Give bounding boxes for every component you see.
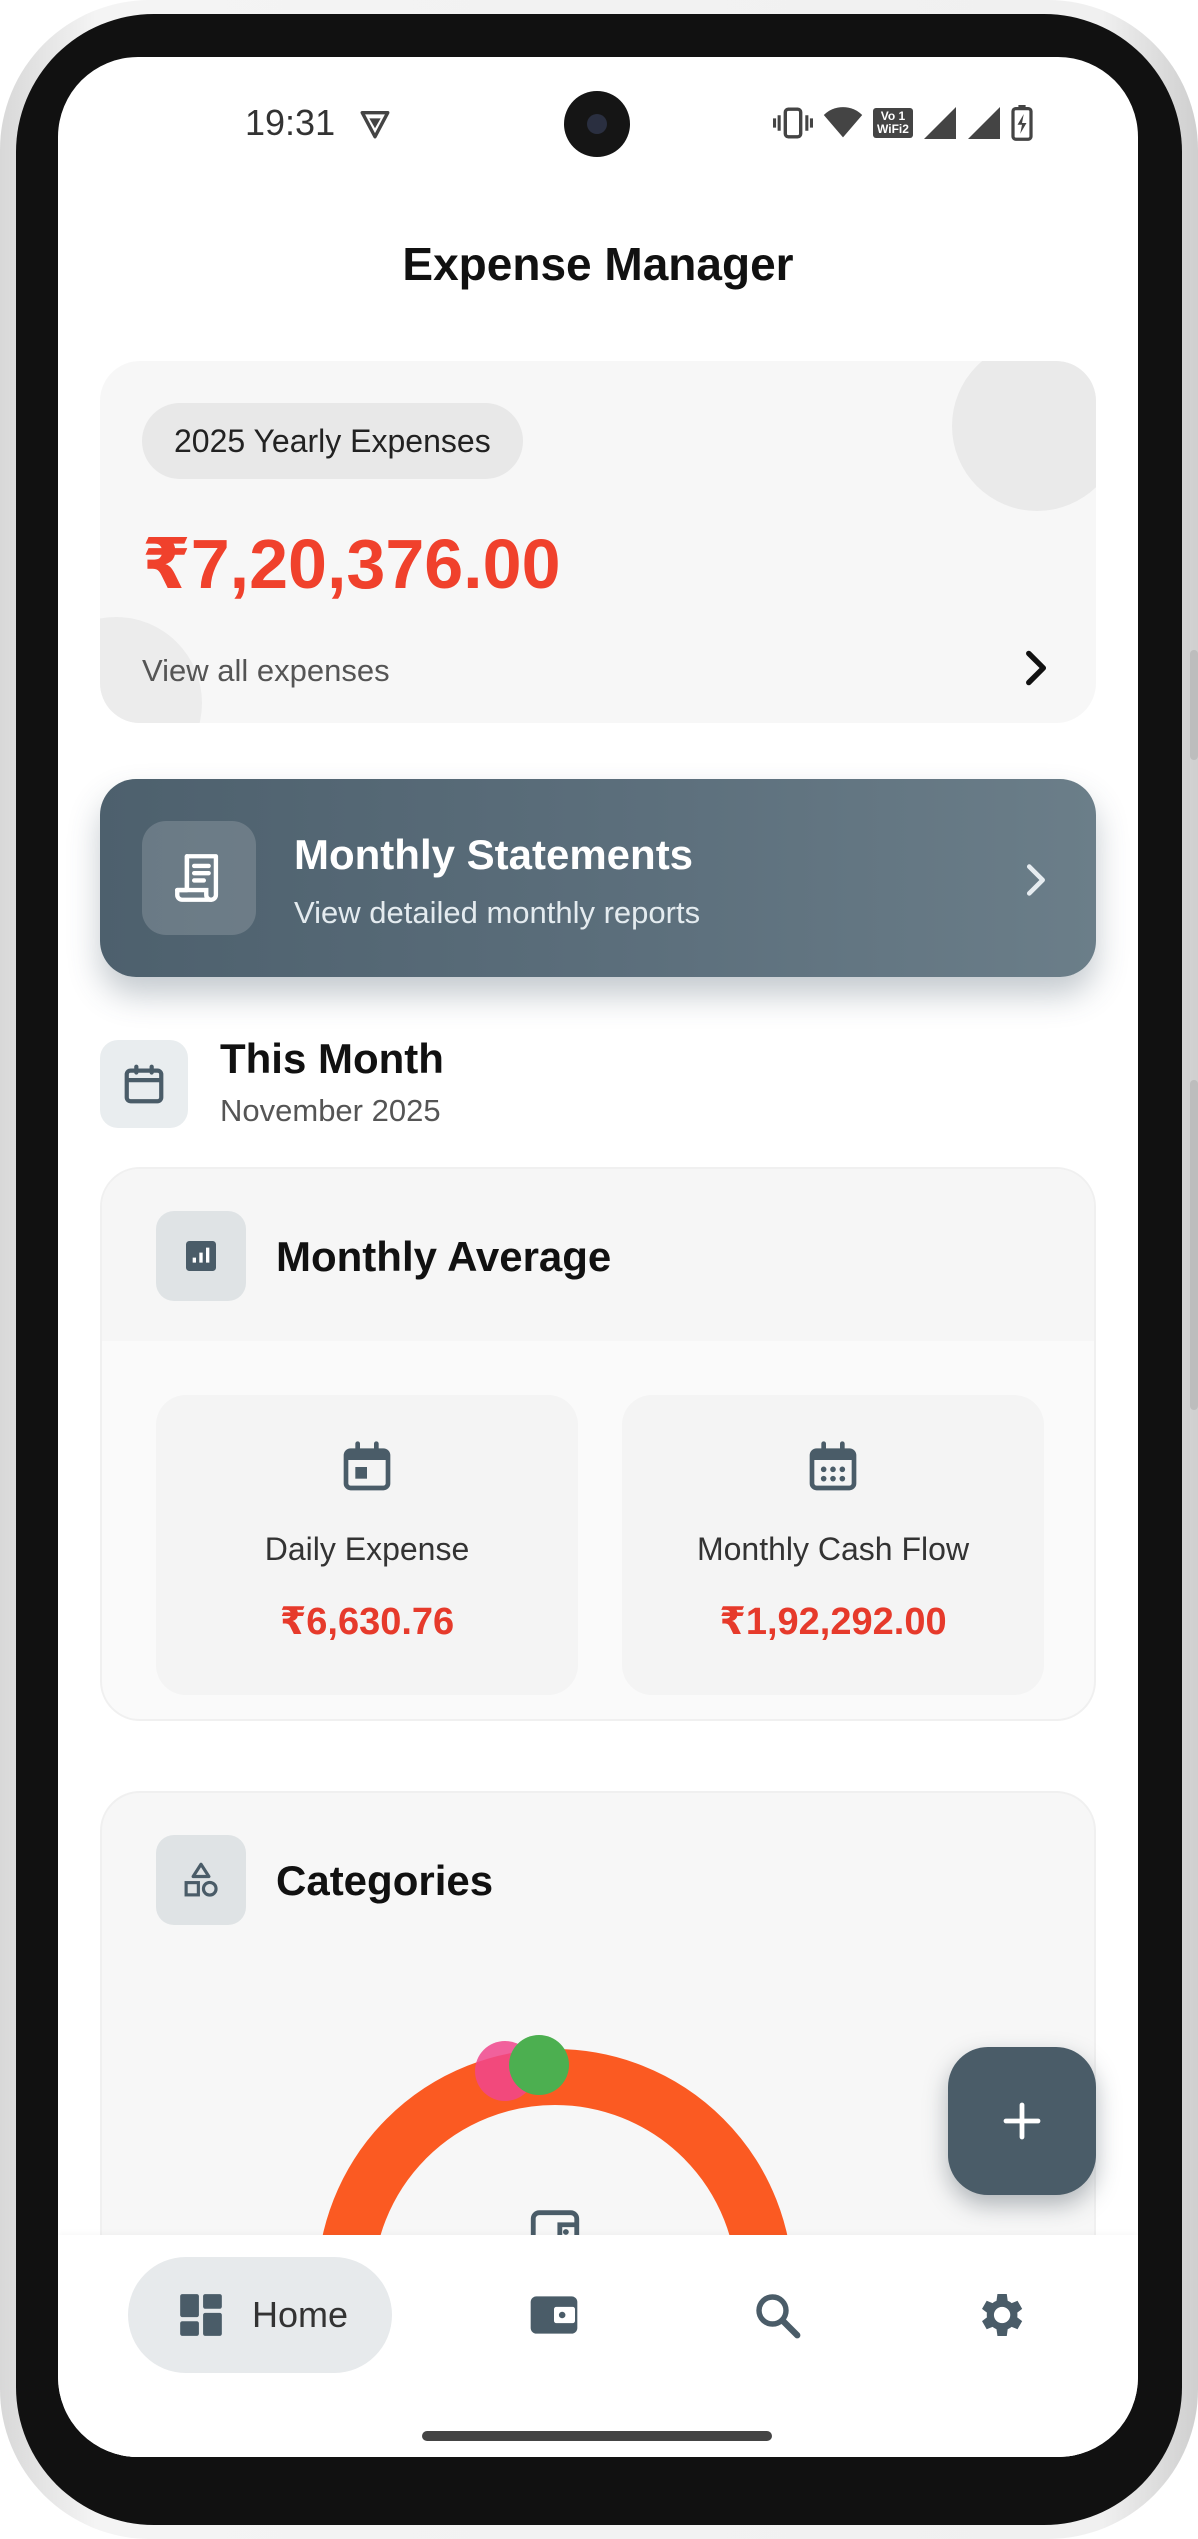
phone-side-button xyxy=(1190,650,1198,760)
dashboard-icon xyxy=(180,2294,222,2336)
search-icon xyxy=(756,2294,801,2339)
monthly-statements-card[interactable]: Monthly Statements View detailed monthly… xyxy=(100,779,1096,977)
monthly-statements-title: Monthly Statements xyxy=(294,831,694,878)
nav-item-wallet[interactable] xyxy=(524,2285,584,2345)
bar-chart-icon xyxy=(156,1211,246,1301)
calendar-icon xyxy=(100,1040,188,1128)
front-camera xyxy=(564,91,630,157)
vpn-shield-icon xyxy=(358,107,392,146)
nav-home-label: Home xyxy=(252,2294,349,2335)
status-icons: Vo 1 WiFi2 xyxy=(773,105,1033,141)
monthly-cash-flow-label: Monthly Cash Flow xyxy=(696,1531,970,1567)
monthly-cash-flow-tile: Monthly Cash Flow ₹1,92,292.00 xyxy=(622,1395,1044,1695)
chevron-right-icon[interactable] xyxy=(1010,643,1060,698)
status-bar: 19:31 Vo 1 WiFi2 xyxy=(58,57,1138,187)
vibrate-icon xyxy=(773,106,813,140)
nav-item-settings[interactable] xyxy=(970,2285,1030,2345)
yearly-expenses-card[interactable]: 2025 Yearly Expenses ₹7,20,376.00 View a… xyxy=(100,361,1096,723)
wifi-icon xyxy=(823,107,863,139)
calendar-month-icon xyxy=(622,1439,1044,1495)
settings-icon xyxy=(982,2294,1023,2336)
volte-wifi-badge: Vo 1 WiFi2 xyxy=(873,108,913,138)
monthly-statements-subtitle: View detailed monthly reports xyxy=(294,895,701,930)
calendar-today-icon xyxy=(156,1439,578,1495)
screen: 19:31 Vo 1 WiFi2 Expense Manager 2025 Ye… xyxy=(58,57,1138,2457)
plus-icon xyxy=(1003,2102,1041,2140)
nav-item-search[interactable] xyxy=(747,2285,807,2345)
receipt-icon xyxy=(142,821,256,935)
wallet-icon xyxy=(530,2296,578,2334)
daily-expense-tile: Daily Expense ₹6,630.76 xyxy=(156,1395,578,1695)
category-segment-green xyxy=(509,2035,569,2095)
daily-expense-label: Daily Expense xyxy=(264,1531,470,1567)
view-all-expenses-link[interactable]: View all expenses xyxy=(142,653,390,689)
monthly-average-card: Monthly Average Daily Expense ₹6,630.76 … xyxy=(100,1167,1096,1721)
nav-item-home[interactable]: Home xyxy=(128,2257,392,2373)
decorative-circle xyxy=(952,361,1096,511)
monthly-average-title: Monthly Average xyxy=(276,1233,612,1280)
battery-charging-icon xyxy=(1011,105,1033,141)
daily-expense-value: ₹6,630.76 xyxy=(279,1601,455,1643)
add-expense-button[interactable] xyxy=(948,2047,1096,2195)
this-month-subtitle: November 2025 xyxy=(220,1093,441,1128)
signal-icon xyxy=(967,107,1001,139)
this-month-title: This Month xyxy=(220,1035,444,1082)
page-title: Expense Manager xyxy=(402,238,794,290)
gesture-home-indicator[interactable] xyxy=(422,2431,772,2441)
bottom-navigation: Home xyxy=(58,2235,1138,2457)
signal-icon xyxy=(923,107,957,139)
chevron-right-icon[interactable] xyxy=(1012,857,1058,908)
status-time: 19:31 xyxy=(245,102,336,143)
phone-side-button xyxy=(1190,1080,1198,1410)
yearly-total-amount: ₹7,20,376.00 xyxy=(142,525,561,603)
yearly-expenses-badge: 2025 Yearly Expenses xyxy=(142,403,523,479)
monthly-cash-flow-value: ₹1,92,292.00 xyxy=(719,1601,947,1643)
